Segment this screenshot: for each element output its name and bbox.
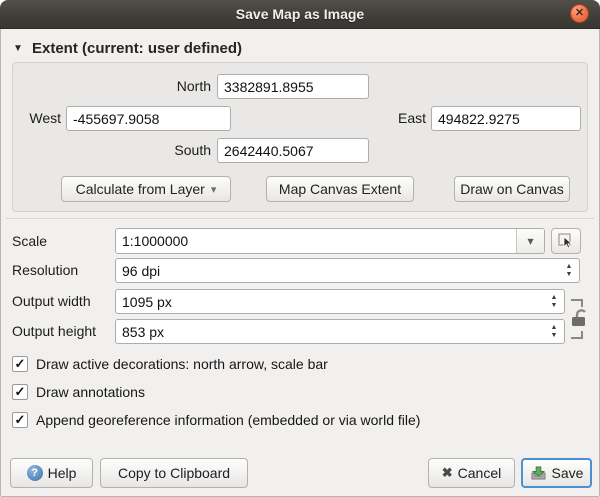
resolution-label: Resolution: [12, 258, 78, 283]
set-scale-from-canvas-button[interactable]: [551, 228, 581, 254]
scale-label: Scale: [12, 228, 47, 254]
east-input[interactable]: [431, 106, 581, 131]
resolution-spin-arrows[interactable]: ▲ ▼: [559, 259, 579, 282]
output-height-spin-arrows[interactable]: ▲ ▼: [544, 320, 564, 343]
draw-annotations-option[interactable]: ✓ Draw annotations: [12, 384, 145, 400]
spin-down-icon: ▼: [566, 271, 573, 279]
output-height-label: Output height: [12, 319, 96, 344]
close-icon: ✕: [575, 7, 584, 19]
append-georeference-checkbox[interactable]: ✓: [12, 412, 28, 428]
draw-decorations-option[interactable]: ✓ Draw active decorations: north arrow, …: [12, 356, 328, 372]
spin-down-icon: ▼: [551, 332, 558, 340]
draw-annotations-checkbox[interactable]: ✓: [12, 384, 28, 400]
calculate-from-layer-label: Calculate from Layer: [76, 181, 205, 197]
calculate-from-layer-button[interactable]: Calculate from Layer ▾: [61, 176, 231, 202]
spin-down-icon: ▼: [551, 302, 558, 310]
append-georeference-option[interactable]: ✓ Append georeference information (embed…: [12, 412, 420, 428]
append-georeference-label: Append georeference information (embedde…: [36, 412, 420, 428]
help-button[interactable]: ? Help: [10, 458, 93, 488]
copy-to-clipboard-label: Copy to Clipboard: [118, 465, 230, 481]
map-canvas-extent-label: Map Canvas Extent: [279, 181, 401, 197]
north-input[interactable]: [217, 74, 369, 99]
cancel-button[interactable]: ✖ Cancel: [428, 458, 515, 488]
resolution-input[interactable]: [116, 259, 559, 282]
output-width-spinbox[interactable]: ▲ ▼: [115, 289, 565, 314]
spin-up-icon: ▲: [551, 294, 558, 302]
output-width-spin-arrows[interactable]: ▲ ▼: [544, 290, 564, 313]
save-map-as-image-dialog: Save Map as Image ✕ ▼ Extent (current: u…: [0, 0, 600, 497]
west-input[interactable]: [66, 106, 231, 131]
check-icon: ✓: [15, 412, 26, 428]
check-icon: ✓: [15, 384, 26, 400]
draw-on-canvas-button[interactable]: Draw on Canvas: [454, 176, 570, 202]
titlebar[interactable]: Save Map as Image ✕: [0, 0, 600, 29]
south-input[interactable]: [217, 138, 369, 163]
aspect-ratio-lock-button[interactable]: [567, 292, 593, 346]
map-canvas-extent-button[interactable]: Map Canvas Extent: [266, 176, 414, 202]
resolution-spinbox[interactable]: ▲ ▼: [115, 258, 580, 283]
save-button[interactable]: Save: [521, 458, 592, 488]
help-label: Help: [48, 465, 77, 481]
east-label: East: [343, 106, 426, 131]
draw-decorations-label: Draw active decorations: north arrow, sc…: [36, 356, 328, 372]
horizontal-separator: [6, 218, 594, 219]
cancel-label: Cancel: [458, 465, 502, 481]
combo-arrow-icon: ▾: [527, 234, 533, 248]
dropdown-arrow-icon: ▾: [211, 183, 217, 196]
extent-section-header[interactable]: Extent (current: user defined): [32, 40, 242, 57]
close-button[interactable]: ✕: [570, 4, 589, 23]
copy-to-clipboard-button[interactable]: Copy to Clipboard: [100, 458, 248, 488]
save-disk-icon: [530, 465, 547, 482]
west-label: West: [13, 106, 61, 131]
scale-input[interactable]: [116, 229, 516, 253]
scale-dropdown-button[interactable]: ▾: [516, 229, 544, 253]
unlocked-padlock-icon: [567, 292, 593, 346]
draw-decorations-checkbox[interactable]: ✓: [12, 356, 28, 372]
help-icon: ?: [27, 465, 43, 481]
south-label: South: [113, 138, 211, 163]
map-cursor-icon: [558, 233, 575, 250]
output-height-spinbox[interactable]: ▲ ▼: [115, 319, 565, 344]
north-label: North: [113, 74, 211, 99]
draw-on-canvas-label: Draw on Canvas: [460, 181, 564, 197]
check-icon: ✓: [15, 356, 26, 372]
output-width-label: Output width: [12, 289, 91, 314]
output-height-input[interactable]: [116, 320, 544, 343]
draw-annotations-label: Draw annotations: [36, 384, 145, 400]
spin-up-icon: ▲: [566, 263, 573, 271]
scale-combobox[interactable]: ▾: [115, 228, 545, 254]
cancel-x-icon: ✖: [442, 465, 453, 481]
window-title: Save Map as Image: [0, 0, 600, 28]
save-label: Save: [552, 465, 584, 481]
output-width-input[interactable]: [116, 290, 544, 313]
spin-up-icon: ▲: [551, 324, 558, 332]
collapse-triangle-icon[interactable]: ▼: [13, 43, 23, 54]
extent-groupbox: North West East South Calculate from Lay…: [12, 62, 588, 212]
